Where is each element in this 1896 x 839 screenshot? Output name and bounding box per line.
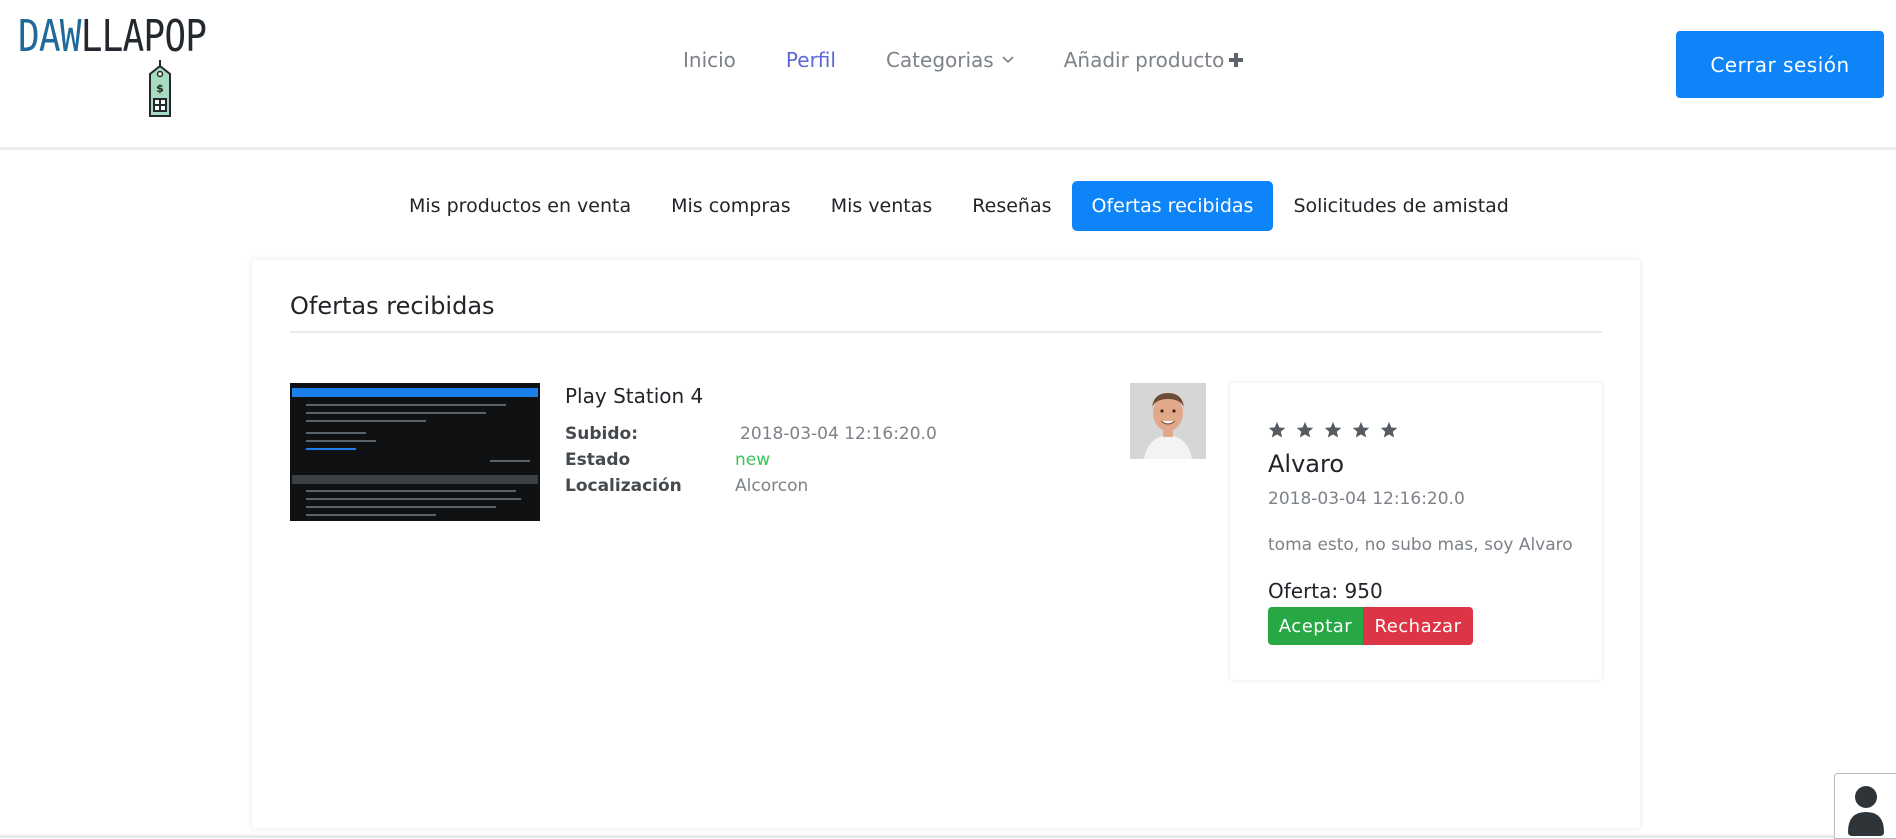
footer-divider (0, 835, 1896, 838)
tab-solicitudes-amistad[interactable]: Solicitudes de amistad (1273, 181, 1528, 231)
user-icon (1848, 786, 1884, 836)
reviewer-name[interactable]: Alvaro (1268, 450, 1344, 478)
star-icon (1352, 421, 1370, 438)
reject-button[interactable]: Rechazar (1363, 607, 1473, 645)
chevron-down-icon (1002, 56, 1014, 64)
top-navbar: DAWLLAPOP $ Inicio Perfil Categorias Aña… (0, 0, 1896, 150)
nav-inicio[interactable]: Inicio (683, 48, 736, 72)
product-image[interactable] (290, 383, 540, 521)
review-date: 2018-03-04 12:16:20.0 (1268, 489, 1465, 509)
detail-key: Estado (565, 450, 631, 470)
avatar-photo-icon (1130, 383, 1206, 459)
star-icon (1380, 421, 1398, 438)
nav-categorias[interactable]: Categorias (886, 48, 1014, 72)
main-nav: Inicio Perfil Categorias Añadir producto (683, 48, 1294, 72)
tab-mis-compras[interactable]: Mis compras (651, 181, 811, 231)
detail-key: Subido: (565, 424, 638, 444)
user-avatar[interactable] (1130, 383, 1206, 459)
product-detail-row: Estado new (565, 450, 770, 470)
offers-card: Ofertas recibidas Play Station 4 Subido:… (252, 260, 1640, 828)
tab-resenas[interactable]: Reseñas (952, 181, 1071, 231)
product-detail-row: Subido: 2018-03-04 12:16:20.0 (565, 424, 937, 444)
price-tag-icon: $ (149, 60, 171, 117)
detail-value: 2018-03-04 12:16:20.0 (740, 424, 937, 444)
state-badge: new (735, 450, 771, 470)
detail-key: Localización (565, 476, 682, 496)
detail-value: Alcorcon (735, 476, 809, 496)
section-title: Ofertas recibidas (290, 292, 495, 320)
tab-ofertas-recibidas[interactable]: Ofertas recibidas (1071, 181, 1274, 231)
dawllapop-logo[interactable]: DAWLLAPOP $ (18, 12, 207, 118)
product-detail-row: Localización Alcorcon (565, 476, 808, 496)
accept-button[interactable]: Aceptar (1268, 607, 1363, 645)
profile-tabs: Mis productos en venta Mis compras Mis v… (0, 181, 1896, 231)
tab-mis-ventas[interactable]: Mis ventas (811, 181, 953, 231)
star-icon (1268, 421, 1286, 438)
logout-button[interactable]: Cerrar sesión (1676, 31, 1884, 98)
logo-wordmark: DAWLLAPOP (18, 11, 207, 62)
nav-anadir-producto[interactable]: Añadir producto (1064, 48, 1245, 72)
review-text: toma esto, no subo mas, soy Alvaro (1268, 535, 1573, 555)
title-divider (290, 331, 1602, 333)
offer-amount: Oferta: 950 (1268, 579, 1383, 603)
rating-stars (1268, 421, 1408, 439)
nav-perfil[interactable]: Perfil (786, 48, 836, 72)
star-icon (1324, 421, 1342, 438)
tab-mis-productos[interactable]: Mis productos en venta (389, 181, 651, 231)
svg-text:$: $ (156, 82, 164, 95)
offer-review-card: Alvaro 2018-03-04 12:16:20.0 toma esto, … (1230, 383, 1602, 680)
star-icon (1296, 421, 1314, 438)
product-name[interactable]: Play Station 4 (565, 384, 703, 408)
user-chat-button[interactable] (1834, 773, 1896, 839)
plus-icon (1229, 53, 1244, 67)
